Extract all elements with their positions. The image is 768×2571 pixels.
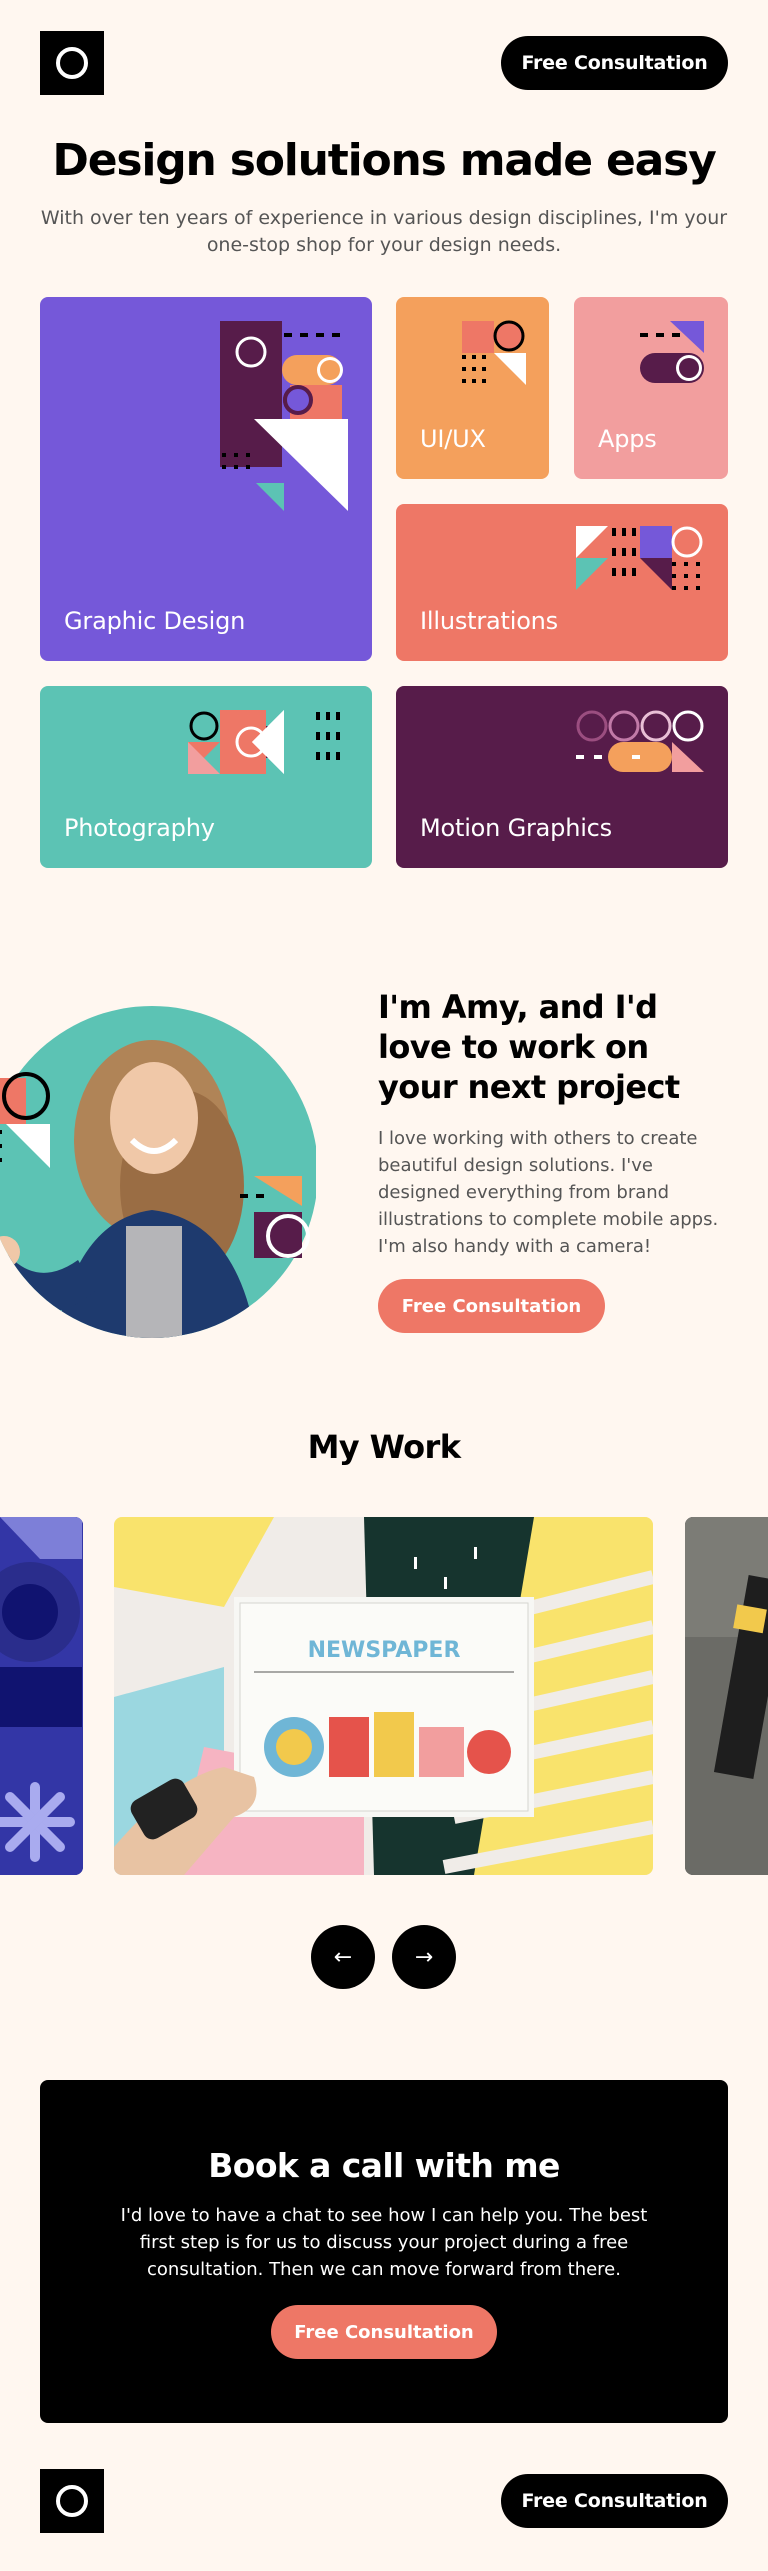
book-call-section: Book a call with me I'd love to have a c…	[40, 2080, 728, 2423]
tile-label-photography: Photography	[64, 814, 215, 842]
carousel-prev-button[interactable]: ←	[311, 1925, 375, 1989]
tile-motion-graphics[interactable]: Motion Graphics	[396, 686, 728, 868]
work-item-featured[interactable]: NEWSPAPER	[114, 1517, 653, 1875]
book-call-title: Book a call with me	[208, 2146, 560, 2185]
about-title: I'm Amy, and I'd love to work on your ne…	[378, 988, 680, 1106]
illustrations-pattern-icon	[576, 526, 703, 590]
tile-label-motion-graphics: Motion Graphics	[420, 814, 612, 842]
tile-photography[interactable]: Photography	[40, 686, 372, 868]
book-call-text: I'd love to have a chat to see how I can…	[120, 2205, 648, 2280]
my-work-title: My Work	[307, 1428, 461, 1466]
amy-portrait-image	[0, 1006, 316, 1338]
work-item-right[interactable]	[685, 1517, 768, 1875]
tile-label-graphic-design: Graphic Design	[64, 607, 246, 635]
arrow-right-icon: →	[414, 1944, 434, 1970]
arrow-left-icon: ←	[333, 1944, 353, 1970]
hero-title: Design solutions made easy	[52, 135, 716, 186]
tile-illustrations[interactable]: Illustrations	[396, 504, 728, 661]
header-consultation-button[interactable]: Free Consultation	[501, 36, 728, 90]
work-left-artwork-image	[0, 1517, 83, 1875]
about-consultation-button[interactable]: Free Consultation	[378, 1279, 605, 1333]
tile-label-illustrations: Illustrations	[420, 607, 558, 635]
tile-label-apps: Apps	[598, 425, 657, 453]
work-featured-newspaper-image: NEWSPAPER	[114, 1517, 653, 1875]
newspaper-caption: NEWSPAPER	[308, 1638, 461, 1663]
hero-subtitle: With over ten years of experience in var…	[40, 207, 728, 256]
work-right-artwork-image	[685, 1517, 768, 1875]
tile-apps[interactable]: Apps	[574, 297, 728, 479]
about-text: I love working with others to create bea…	[378, 1128, 719, 1257]
landing-page: Free Consultation Design solutions made …	[0, 0, 768, 2571]
tile-label-ui-ux: UI/UX	[420, 425, 486, 453]
tile-ui-ux[interactable]: UI/UX	[396, 297, 549, 479]
book-call-consultation-button[interactable]: Free Consultation	[271, 2305, 497, 2359]
logo[interactable]	[40, 31, 104, 95]
footer-logo[interactable]	[40, 2469, 104, 2533]
ring-logo-icon	[56, 2485, 88, 2517]
tile-graphic-design[interactable]: Graphic Design	[40, 297, 372, 661]
footer-consultation-button[interactable]: Free Consultation	[501, 2474, 728, 2528]
work-item-left[interactable]	[0, 1517, 83, 1875]
carousel-next-button[interactable]: →	[392, 1925, 456, 1989]
ring-logo-icon	[56, 47, 88, 79]
